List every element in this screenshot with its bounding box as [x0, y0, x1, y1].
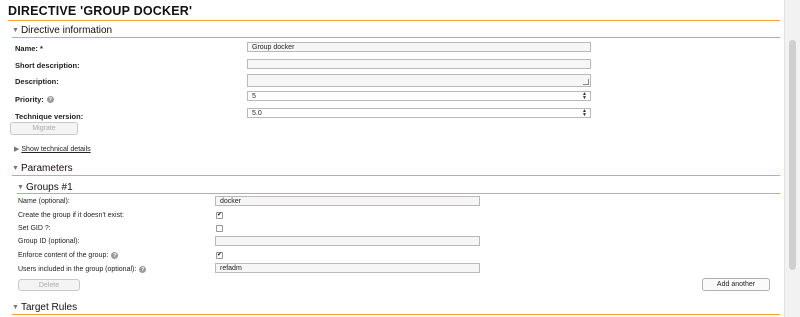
- priority-select[interactable]: 5 ▲ ▼: [247, 91, 591, 101]
- short-description-input[interactable]: [247, 59, 591, 69]
- enforce-help-icon[interactable]: ?: [111, 252, 119, 259]
- title-rule: [8, 20, 780, 21]
- description-textarea[interactable]: [247, 74, 591, 87]
- technique-version-select[interactable]: 5.0 ▲ ▼: [247, 108, 591, 118]
- group-name-input[interactable]: docker: [215, 196, 480, 206]
- section-parameters[interactable]: ▼ Parameters: [12, 163, 73, 174]
- set-gid-checkbox[interactable]: [216, 225, 223, 232]
- enforce-label: Enforce content of the group:: [18, 252, 109, 259]
- page-title: DIRECTIVE 'GROUP DOCKER': [8, 4, 193, 18]
- collapsed-triangle-icon: ▶: [14, 146, 20, 153]
- expanded-triangle-icon: ▼: [12, 27, 19, 34]
- section-directive-info-rule: [12, 37, 780, 38]
- group-section[interactable]: ▼ Groups #1: [17, 182, 73, 193]
- group-id-label: Group ID (optional):: [18, 238, 80, 245]
- priority-help-icon[interactable]: ?: [46, 96, 54, 103]
- name-input[interactable]: Group docker: [247, 42, 591, 52]
- description-label: Description:: [15, 77, 59, 86]
- users-value: refadm: [220, 264, 242, 272]
- select-arrows-icon: ▲ ▼: [582, 91, 587, 101]
- group-name-label: Name (optional):: [18, 198, 70, 205]
- group-name-value: docker: [220, 197, 242, 205]
- section-directive-info[interactable]: ▼ Directive information: [12, 25, 112, 36]
- vertical-scrollbar[interactable]: [784, 0, 800, 317]
- users-label: Users included in the group (optional):: [18, 266, 137, 273]
- priority-label-row: Priority: ?: [15, 95, 54, 104]
- migrate-button[interactable]: Migrate: [10, 122, 78, 135]
- priority-value: 5: [252, 92, 256, 100]
- set-gid-label: Set GID ?:: [18, 225, 51, 232]
- users-input[interactable]: refadm: [215, 263, 480, 273]
- users-label-row: Users included in the group (optional): …: [18, 266, 147, 273]
- technique-version-label: Technique version:: [15, 112, 84, 121]
- group-section-rule: [17, 193, 780, 194]
- group-section-title: Groups #1: [25, 182, 73, 193]
- priority-label: Priority:: [15, 95, 44, 104]
- delete-button[interactable]: Delete: [18, 279, 80, 291]
- group-id-input[interactable]: [215, 236, 480, 246]
- technique-version-value: 5.0: [252, 109, 262, 117]
- short-description-label: Short description:: [15, 61, 80, 70]
- show-technical-details-text: Show technical details: [21, 145, 91, 153]
- expanded-triangle-icon: ▼: [17, 184, 24, 191]
- scrollbar-thumb[interactable]: [789, 40, 796, 270]
- resize-grip-icon[interactable]: [583, 79, 589, 85]
- expanded-triangle-icon: ▼: [12, 304, 19, 311]
- section-target-rules[interactable]: ▼ Target Rules: [12, 302, 77, 313]
- name-label: Name: *: [15, 44, 43, 53]
- enforce-checkbox[interactable]: ✔: [216, 252, 223, 259]
- select-arrows-icon: ▲ ▼: [582, 108, 587, 118]
- users-help-icon[interactable]: ?: [139, 266, 147, 273]
- name-input-value: Group docker: [252, 43, 295, 51]
- section-parameters-title: Parameters: [20, 163, 73, 174]
- create-group-checkbox[interactable]: ✔: [216, 212, 223, 219]
- enforce-label-row: Enforce content of the group: ?: [18, 252, 119, 259]
- section-target-rules-rule: [12, 314, 780, 315]
- show-technical-details-link[interactable]: ▶ Show technical details: [14, 145, 91, 154]
- section-directive-info-title: Directive information: [20, 25, 113, 36]
- section-parameters-rule: [12, 175, 780, 176]
- add-another-button[interactable]: Add another: [702, 278, 770, 291]
- expanded-triangle-icon: ▼: [12, 165, 19, 172]
- create-group-label: Create the group if it doesn't exist:: [18, 212, 125, 219]
- section-target-rules-title: Target Rules: [20, 302, 78, 313]
